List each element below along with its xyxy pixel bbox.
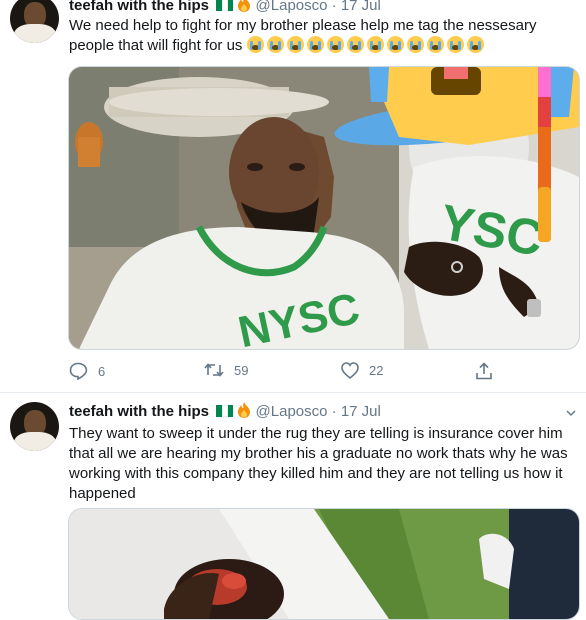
share-button[interactable]	[475, 362, 493, 380]
nigeria-flag-icon	[216, 404, 234, 417]
tweet-date[interactable]: 17 Jul	[341, 0, 381, 14]
loudly-crying-face-icon	[306, 36, 324, 53]
like-button[interactable]: 22	[341, 362, 383, 379]
loudly-crying-face-icon	[286, 36, 304, 53]
selfie-photo: NYSC YSC	[69, 67, 579, 349]
tweet-header: teefah with the hips @Laposco · 17 Jul	[69, 0, 381, 15]
avatar[interactable]	[10, 0, 59, 43]
tweet-text: They want to sweep it under the rug they…	[69, 425, 568, 502]
loudly-crying-face-icon	[386, 36, 404, 53]
loudly-crying-face-icon	[466, 36, 484, 53]
heart-icon	[341, 362, 359, 379]
loudly-crying-face-icon	[406, 36, 424, 53]
tweet-text: We need help to fight for my brother ple…	[69, 16, 579, 56]
retweet-button[interactable]: 59	[204, 362, 248, 378]
handle[interactable]: @Laposco	[256, 0, 328, 14]
reply-count: 6	[98, 363, 106, 379]
separator-dot: ·	[331, 0, 337, 14]
incident-photo	[69, 509, 579, 619]
loudly-crying-face-icon	[246, 36, 264, 53]
chevron-down-icon[interactable]	[566, 405, 576, 417]
separator-dot: ·	[331, 403, 337, 420]
tweet-photo[interactable]	[68, 508, 580, 620]
reply-icon	[69, 362, 88, 380]
tweet-header: teefah with the hips @Laposco · 17 Jul	[69, 402, 381, 421]
like-count: 22	[369, 363, 384, 378]
loudly-crying-face-icon	[446, 36, 464, 53]
avatar[interactable]	[10, 402, 59, 451]
tweet-actions: 6 59 22	[69, 362, 509, 382]
tweet-photo[interactable]: NYSC YSC	[68, 66, 580, 350]
fire-icon	[237, 402, 251, 418]
tweet-1[interactable]: teefah with the hips @Laposco · 17 Jul W…	[0, 0, 586, 395]
share-icon	[476, 362, 492, 380]
retweet-icon	[204, 363, 224, 377]
retweet-count: 59	[234, 362, 249, 378]
handle[interactable]: @Laposco	[256, 403, 328, 420]
loudly-crying-face-icon	[326, 36, 344, 53]
loudly-crying-face-icon	[266, 36, 284, 53]
nigeria-flag-icon	[216, 0, 234, 11]
tweet-2[interactable]: teefah with the hips @Laposco · 17 Jul T…	[0, 393, 586, 620]
tweet-date[interactable]: 17 Jul	[341, 403, 381, 420]
crying-emoji-row	[246, 36, 487, 54]
display-name[interactable]: teefah with the hips	[69, 403, 209, 420]
reply-button[interactable]: 6	[69, 362, 105, 380]
loudly-crying-face-icon	[426, 36, 444, 53]
display-name[interactable]: teefah with the hips	[69, 0, 209, 14]
loudly-crying-face-icon	[366, 36, 384, 53]
fire-icon	[237, 0, 251, 12]
loudly-crying-face-icon	[346, 36, 364, 53]
